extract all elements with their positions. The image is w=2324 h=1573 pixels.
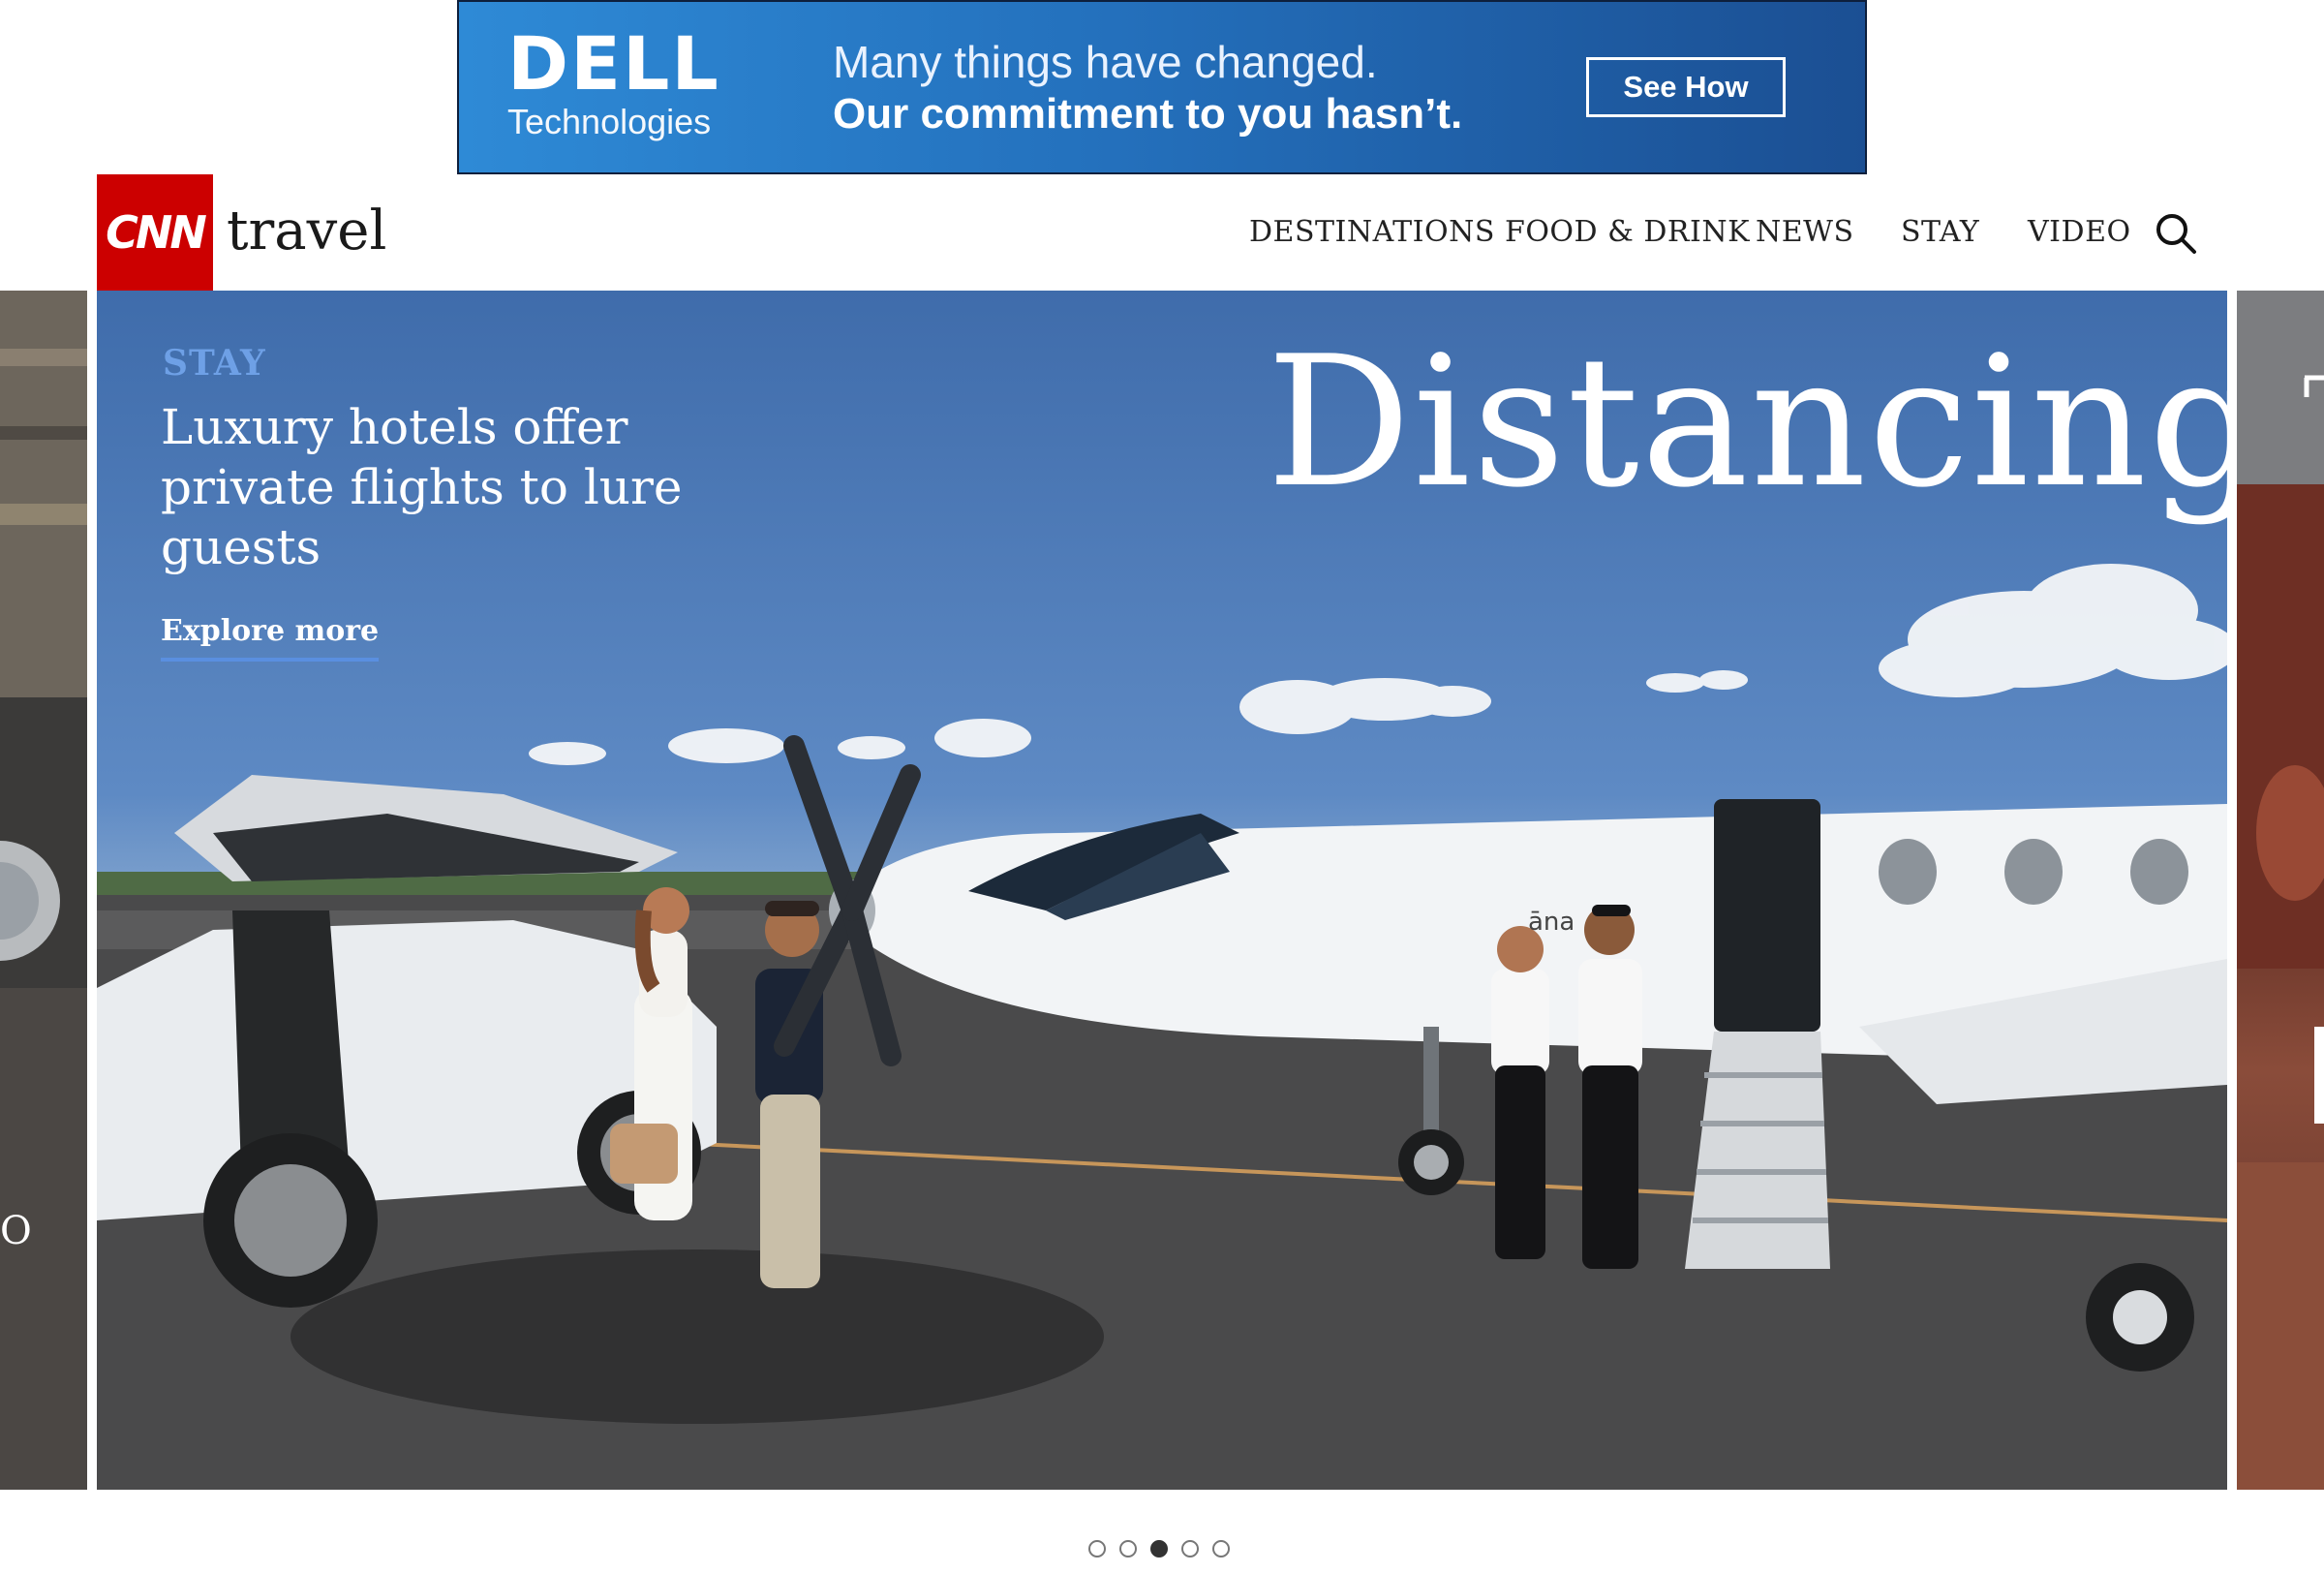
carousel-dot-2[interactable] — [1119, 1540, 1137, 1558]
aircraft-livery-text: āna — [1528, 908, 1575, 937]
hero-series-title: Distancing — [1267, 317, 2227, 527]
nav-destinations[interactable]: DESTINATIONS — [1249, 213, 1495, 252]
hero-headline[interactable]: Luxury hotels offer private flights to l… — [161, 397, 703, 577]
carousel-dot-3[interactable] — [1150, 1540, 1168, 1558]
nav-video[interactable]: VIDEO — [2028, 213, 2131, 252]
main-nav: DESTINATIONS FOOD & DRINK NEWS STAY VIDE… — [0, 213, 2324, 252]
ad-cta-button[interactable]: See How — [1586, 57, 1786, 117]
hero-kicker[interactable]: STAY — [163, 343, 266, 384]
ad-brand: DELL — [507, 20, 720, 107]
carousel-dot-4[interactable] — [1181, 1540, 1199, 1558]
ad-subheadline: Our commitment to you hasn’t. — [833, 90, 1463, 138]
nav-stay[interactable]: STAY — [1901, 213, 1979, 252]
nav-food-drink[interactable]: FOOD & DRINK — [1505, 213, 1750, 252]
ad-banner[interactable]: DELL Technologies Many things have chang… — [457, 0, 1867, 174]
prev-slide-image — [0, 291, 87, 1490]
carousel-dot-5[interactable] — [1212, 1540, 1230, 1558]
ad-headline: Many things have changed. — [833, 37, 1378, 87]
carousel-next-slide[interactable] — [2237, 291, 2324, 1490]
explore-more-link[interactable]: Explore more — [161, 614, 380, 662]
search-icon[interactable] — [2154, 211, 2198, 256]
next-slide-image — [2237, 291, 2324, 1490]
prev-slide-text: O — [0, 1209, 32, 1253]
carousel-prev-slide[interactable]: O — [0, 291, 87, 1490]
ad-brand-sub: Technologies — [507, 102, 712, 141]
nav-news[interactable]: NEWS — [1756, 213, 1854, 252]
carousel-dot-1[interactable] — [1088, 1540, 1106, 1558]
dell-logo: DELL Technologies — [507, 27, 720, 141]
hero-slide[interactable]: āna STAY Luxury hotels offer private fli… — [97, 291, 2227, 1490]
